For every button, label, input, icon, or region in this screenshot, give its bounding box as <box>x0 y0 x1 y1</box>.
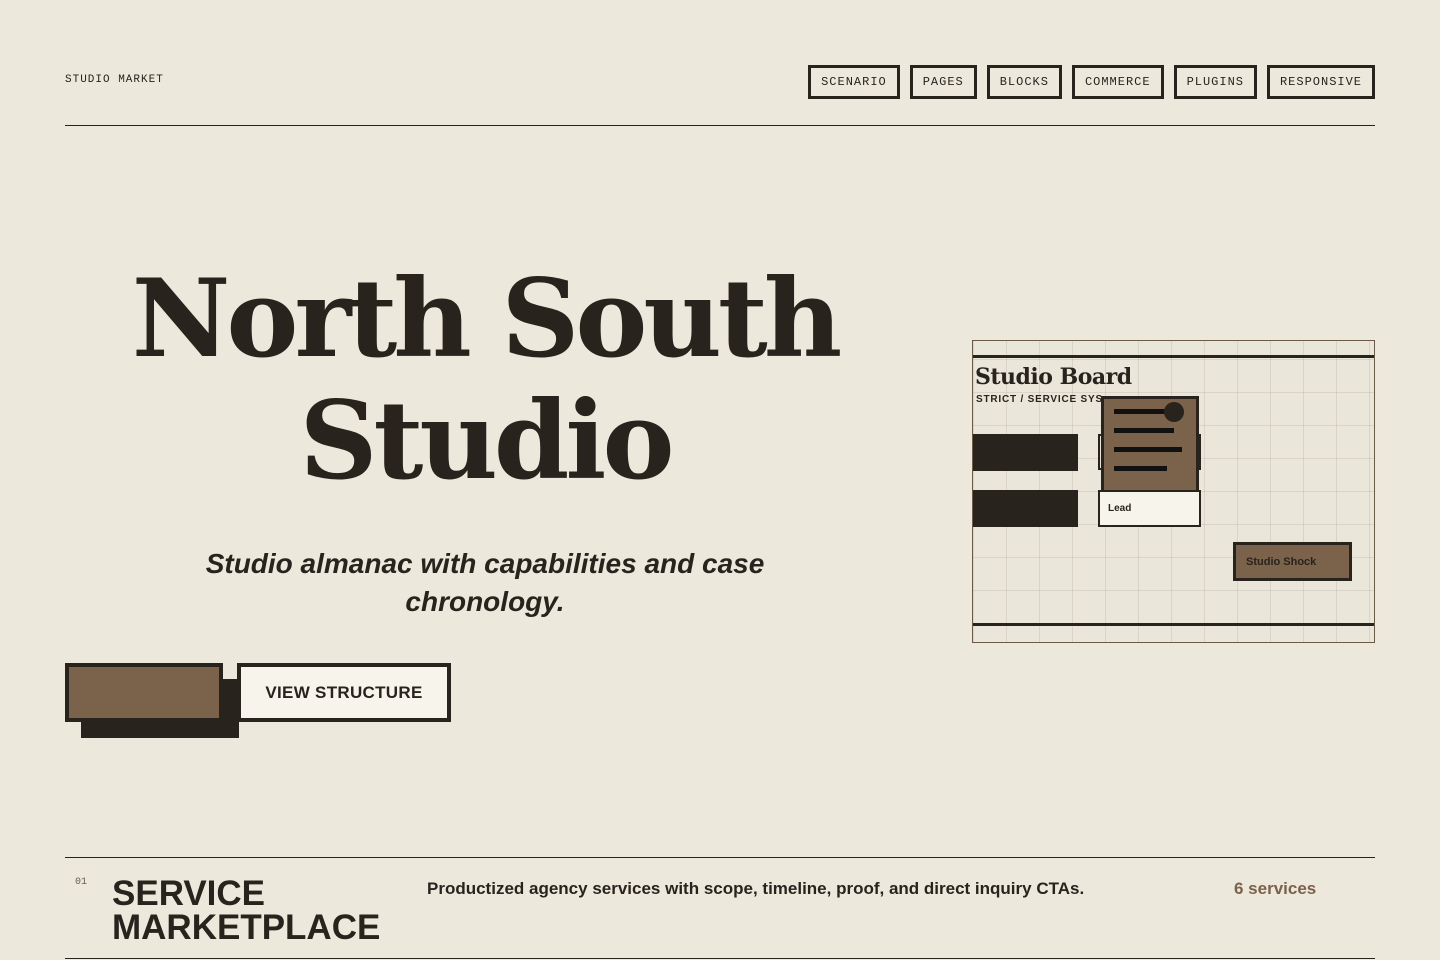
hero-title: North South Studio <box>131 256 843 504</box>
section-bottom-divider <box>65 958 1375 959</box>
board-dark-block <box>973 434 1078 471</box>
lead-card: Lead <box>1098 490 1201 527</box>
document-card <box>1101 396 1199 494</box>
section-description: Productized agency services with scope, … <box>427 879 1085 898</box>
board-dark-block <box>973 490 1078 527</box>
view-structure-button[interactable]: VIEW STRUCTURE <box>237 663 451 722</box>
nav-responsive[interactable]: RESPONSIVE <box>1266 65 1375 99</box>
document-line <box>1114 466 1167 471</box>
board-top-rule <box>973 355 1374 358</box>
document-line <box>1114 447 1182 452</box>
nav-pages[interactable]: PAGES <box>909 65 977 99</box>
hero-subtitle: Studio almanac with capabilities and cas… <box>205 548 765 617</box>
brand-name: STUDIO MARKET <box>65 74 164 86</box>
section-count: 6 services <box>1234 879 1317 898</box>
board-bottom-rule <box>973 623 1374 626</box>
board-title: Studio Board <box>975 364 1132 390</box>
studio-shock-card: Studio Shock <box>1233 542 1352 581</box>
primary-cta-button[interactable] <box>65 663 223 722</box>
nav-plugins[interactable]: PLUGINS <box>1173 65 1257 99</box>
primary-cta-group <box>65 663 239 739</box>
top-nav: SCENARIO PAGES BLOCKS COMMERCE PLUGINS R… <box>808 65 1375 99</box>
nav-blocks[interactable]: BLOCKS <box>986 65 1062 99</box>
nav-commerce[interactable]: COMMERCE <box>1071 65 1164 99</box>
document-pin-icon <box>1164 402 1184 422</box>
nav-scenario[interactable]: SCENARIO <box>808 65 900 99</box>
board-subtitle: STRICT / SERVICE SYS <box>976 394 1103 405</box>
document-line <box>1114 428 1174 433</box>
section-title: SERVICE MARKETPLACE <box>112 874 381 947</box>
header-divider <box>65 125 1375 126</box>
studio-board-preview: Studio Board STRICT / SERVICE SYS Lead S… <box>972 340 1375 643</box>
section-number: 01 <box>75 877 88 888</box>
service-marketplace-section[interactable]: 01 SERVICE MARKETPLACE Productized agenc… <box>65 857 1375 960</box>
